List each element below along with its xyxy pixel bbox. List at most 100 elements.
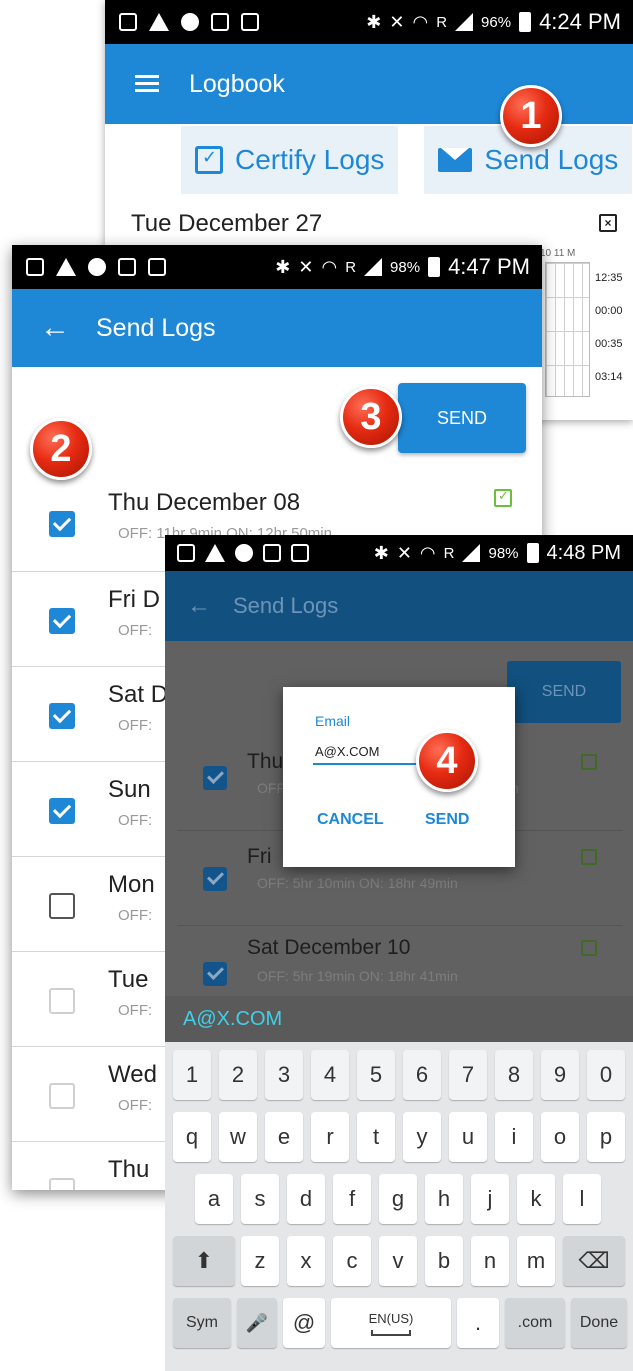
roaming-tag: R [345, 258, 357, 276]
row-checkbox[interactable] [49, 703, 75, 729]
key-6[interactable]: 6 [403, 1050, 441, 1100]
total-sleeper: 00:00 [595, 305, 623, 317]
at-key[interactable]: @ [283, 1298, 325, 1348]
key-7[interactable]: 7 [449, 1050, 487, 1100]
keyboard-row-1: q w e r t y u i o p [165, 1112, 633, 1162]
medical-icon [88, 258, 106, 276]
key-x[interactable]: x [287, 1236, 325, 1286]
key-u[interactable]: u [449, 1112, 487, 1162]
autocomplete-bar[interactable]: A@X.COM [165, 996, 633, 1042]
key-c[interactable]: c [333, 1236, 371, 1286]
key-l[interactable]: l [563, 1174, 601, 1224]
backspace-key[interactable]: ⌫ [563, 1236, 625, 1286]
key-d[interactable]: d [287, 1174, 325, 1224]
key-k[interactable]: k [517, 1174, 555, 1224]
row-checkbox[interactable] [49, 798, 75, 824]
gallery-icon [26, 258, 44, 276]
certify-logs-button[interactable]: Certify Logs [181, 126, 399, 194]
send-button[interactable]: SEND [398, 383, 526, 453]
key-z[interactable]: z [241, 1236, 279, 1286]
step-badge-2: 2 [30, 418, 92, 480]
space-key[interactable]: EN(US) [331, 1298, 451, 1348]
done-key[interactable]: Done [571, 1298, 627, 1348]
bluetooth-icon: ✱ [366, 11, 382, 32]
key-b[interactable]: b [425, 1236, 463, 1286]
battery-icon [526, 543, 539, 563]
page-title: Send Logs [233, 593, 339, 618]
key-q[interactable]: q [173, 1112, 211, 1162]
row-date: Tue [108, 966, 149, 993]
row-checkbox[interactable] [49, 608, 75, 634]
key-m[interactable]: m [517, 1236, 555, 1286]
row-checkbox[interactable] [49, 988, 75, 1014]
signal-icon [455, 13, 474, 31]
signal-icon [364, 258, 383, 276]
row-date: Thu December 08 [108, 489, 301, 516]
key-p[interactable]: p [587, 1112, 625, 1162]
key-i[interactable]: i [495, 1112, 533, 1162]
keyboard-row-2: a s d f g h j k l [165, 1174, 633, 1224]
key-r[interactable]: r [311, 1112, 349, 1162]
row-checkbox[interactable] [49, 893, 75, 919]
cancel-button[interactable]: CANCEL [317, 811, 384, 829]
row-date: Wed [108, 1061, 157, 1088]
back-arrow-icon[interactable]: ← [187, 592, 211, 620]
total-driving: 00:35 [595, 338, 623, 350]
roaming-tag: R [443, 544, 455, 562]
key-8[interactable]: 8 [495, 1050, 533, 1100]
key-s[interactable]: s [241, 1174, 279, 1224]
mic-key[interactable]: 🎤 [237, 1298, 277, 1348]
row-date: Fri [247, 845, 272, 868]
key-n[interactable]: n [471, 1236, 509, 1286]
clock: 4:24 PM [539, 9, 621, 34]
row-checkbox[interactable] [49, 1083, 75, 1109]
key-3[interactable]: 3 [265, 1050, 303, 1100]
key-1[interactable]: 1 [173, 1050, 211, 1100]
calendar-close-icon[interactable]: × [599, 214, 617, 232]
key-a[interactable]: a [195, 1174, 233, 1224]
key-2[interactable]: 2 [219, 1050, 257, 1100]
key-v[interactable]: v [379, 1236, 417, 1286]
signal-icon [462, 544, 481, 562]
key-5[interactable]: 5 [357, 1050, 395, 1100]
grid-hour-ticks: 10 11 M [540, 248, 576, 259]
row-duty-summary: OFF: 5hr 19min ON: 18hr 41min [257, 968, 458, 984]
row-checkbox[interactable] [49, 511, 75, 537]
keyboard-number-row: 1 2 3 4 5 6 7 8 9 0 [165, 1050, 633, 1100]
back-arrow-icon[interactable]: ← [40, 311, 70, 345]
key-o[interactable]: o [541, 1112, 579, 1162]
medical-icon [235, 544, 253, 562]
sym-key[interactable]: Sym [173, 1298, 231, 1348]
bluetooth-icon: ✱ [275, 256, 291, 277]
row-duty-summary: OFF: [118, 622, 153, 639]
key-f[interactable]: f [333, 1174, 371, 1224]
key-e[interactable]: e [265, 1112, 303, 1162]
key-g[interactable]: g [379, 1174, 417, 1224]
key-t[interactable]: t [357, 1112, 395, 1162]
key-y[interactable]: y [403, 1112, 441, 1162]
wifi-icon: ◠ [419, 542, 436, 563]
key-9[interactable]: 9 [541, 1050, 579, 1100]
certified-icon [494, 488, 512, 507]
autocomplete-suggestion[interactable]: A@X.COM [183, 1008, 282, 1031]
key-j[interactable]: j [471, 1174, 509, 1224]
shift-key[interactable]: ⬆ [173, 1236, 235, 1286]
key-4[interactable]: 4 [311, 1050, 349, 1100]
row-checkbox[interactable] [49, 1178, 75, 1190]
certify-logs-label: Certify Logs [235, 144, 385, 175]
key-h[interactable]: h [425, 1174, 463, 1224]
certified-icon [581, 940, 597, 956]
row-date: Thu [108, 1156, 150, 1183]
step-badge-4: 4 [416, 730, 478, 792]
menu-icon[interactable] [135, 75, 159, 93]
gallery-icon [119, 13, 137, 31]
status-bar: ✱ ✕ ◠ R 98% 4:48 PM [165, 535, 633, 571]
key-0[interactable]: 0 [587, 1050, 625, 1100]
key-w[interactable]: w [219, 1112, 257, 1162]
dialog-send-button[interactable]: SEND [425, 811, 469, 829]
row-date: Sun [108, 776, 151, 803]
battery-percent: 98% [390, 258, 421, 276]
dotcom-key[interactable]: .com [505, 1298, 565, 1348]
period-key[interactable]: . [457, 1298, 499, 1348]
send-button-dimmed: SEND [507, 661, 621, 723]
